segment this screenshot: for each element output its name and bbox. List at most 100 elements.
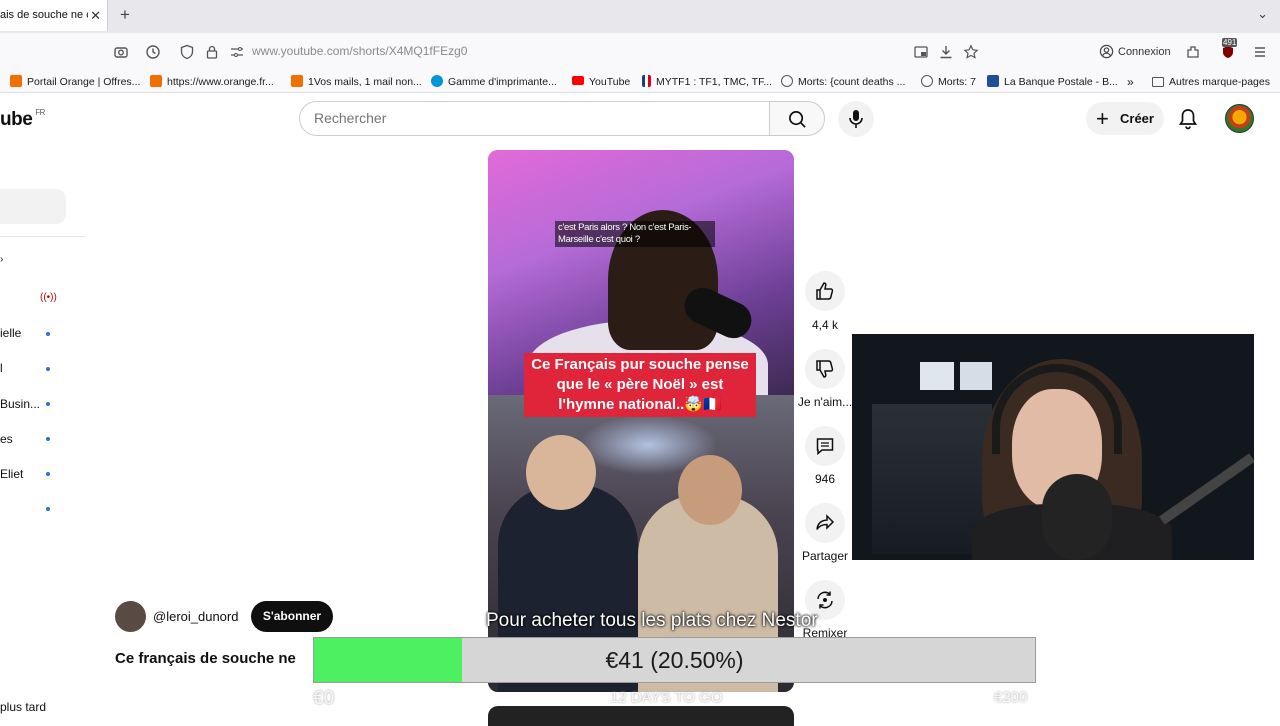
- bookmark[interactable]: Portail Orange | Offres...: [10, 75, 140, 89]
- sidebar-item-chevron[interactable]: ›: [0, 254, 3, 265]
- bookmark-label: 1Vos mails, 1 mail non...: [308, 76, 422, 88]
- permissions-icon[interactable]: [229, 44, 245, 60]
- thumbs-down-icon: [816, 360, 834, 378]
- bookmark-label: La Banque Postale - B...: [1004, 76, 1118, 88]
- channel-name[interactable]: @leroi_dunord: [153, 609, 238, 624]
- youtube-logo[interactable]: ube FR: [0, 108, 45, 131]
- user-avatar[interactable]: [1225, 104, 1254, 133]
- new-tab-icon[interactable]: +: [120, 5, 130, 25]
- other-bookmarks[interactable]: Autres marque-pages: [1152, 75, 1270, 89]
- dislike-label: Je n'aim...: [797, 395, 853, 409]
- more-bookmarks-icon[interactable]: »: [1127, 75, 1134, 89]
- extensions-icon[interactable]: [1185, 44, 1201, 60]
- bookmark[interactable]: https://www.orange.fr...: [150, 75, 274, 89]
- webcam-window-light: [960, 362, 992, 390]
- browser-tab-bar: ais de souche ne cc ✕ + ⌄: [0, 0, 1280, 33]
- dislike-button[interactable]: [805, 349, 845, 389]
- comments-button[interactable]: [805, 426, 845, 466]
- globe-icon: [781, 75, 793, 87]
- short-title: Ce français de souche ne: [115, 650, 296, 667]
- sidebar-item[interactable]: Eliet: [0, 467, 23, 481]
- like-button[interactable]: [805, 271, 845, 311]
- sidebar-item[interactable]: es: [0, 432, 13, 446]
- bookmark[interactable]: Morts: {count deaths ...: [781, 75, 905, 89]
- bookmark-label: MYTF1 : TF1, TMC, TF...: [656, 76, 773, 88]
- channel-avatar[interactable]: [115, 601, 146, 632]
- new-content-dot: [46, 402, 50, 406]
- sign-in-label: Connexion: [1118, 46, 1171, 58]
- video-figure: [678, 455, 742, 525]
- webcam-window-light: [920, 362, 954, 390]
- share-button[interactable]: [805, 503, 845, 543]
- account-icon: [1099, 44, 1114, 67]
- bookmark[interactable]: YouTube: [572, 75, 630, 89]
- picture-in-picture-icon[interactable]: [913, 44, 929, 60]
- tab-title: ais de souche ne cc: [0, 9, 88, 21]
- share-icon: [816, 514, 835, 530]
- bookmark-label: https://www.orange.fr...: [167, 76, 274, 88]
- orange-icon: [150, 75, 162, 87]
- voice-search-button[interactable]: [838, 101, 874, 137]
- bookmark[interactable]: Morts: 7: [921, 75, 976, 89]
- chevron-down-icon[interactable]: ⌄: [1257, 6, 1268, 22]
- new-content-dot: [46, 367, 50, 371]
- youtube-icon: [572, 76, 584, 85]
- address-bar[interactable]: www.youtube.com/shorts/X4MQ1fFEzg0: [252, 44, 467, 58]
- sidebar-item-active[interactable]: [0, 189, 66, 224]
- globe-icon: [921, 75, 933, 87]
- sidebar-item[interactable]: ielle: [0, 326, 21, 340]
- donation-goal-max: €200: [994, 689, 1028, 706]
- bookmarks-bar: Portail Orange | Offres... https://www.o…: [0, 71, 1280, 93]
- next-short-preview[interactable]: [488, 706, 794, 726]
- comment-icon: [816, 438, 834, 456]
- new-content-dot: [46, 437, 50, 441]
- plus-icon: +: [1096, 106, 1109, 131]
- video-caption-top: c'est Paris alors ? Non c'est Paris-Mars…: [555, 221, 715, 247]
- lock-icon[interactable]: [204, 44, 220, 60]
- search-input[interactable]: Rechercher: [299, 101, 770, 136]
- bookmark-label: Gamme d'imprimante...: [448, 76, 557, 88]
- create-button[interactable]: + Créer: [1086, 102, 1164, 135]
- browser-tab[interactable]: ais de souche ne cc ✕: [0, 0, 108, 31]
- star-icon[interactable]: [963, 44, 979, 60]
- shield-icon[interactable]: [179, 44, 195, 60]
- bank-icon: [987, 75, 999, 87]
- tf1-icon: [642, 75, 651, 87]
- create-label: Créer: [1120, 111, 1154, 126]
- hp-icon: [431, 75, 443, 87]
- sign-in-button[interactable]: Connexion: [1096, 41, 1175, 63]
- bookmark[interactable]: Gamme d'imprimante...: [431, 75, 557, 89]
- sidebar-item[interactable]: l: [0, 361, 3, 375]
- logo-region: FR: [35, 108, 45, 117]
- thumbs-up-icon: [816, 282, 834, 300]
- search-icon: [789, 111, 806, 128]
- download-icon[interactable]: [938, 44, 954, 60]
- history-icon[interactable]: [145, 44, 161, 60]
- bookmark[interactable]: 1Vos mails, 1 mail non...: [291, 75, 422, 89]
- share-label: Partager: [801, 549, 849, 563]
- screenshot-icon[interactable]: [113, 44, 129, 60]
- bookmark[interactable]: La Banque Postale - B...: [987, 75, 1118, 89]
- webcam-overlay: [852, 334, 1254, 560]
- webcam-microphone: [1042, 474, 1112, 560]
- subscribe-button[interactable]: S'abonner: [251, 601, 333, 632]
- ublock-icon[interactable]: 491: [1218, 38, 1238, 60]
- ublock-badge: 491: [1222, 38, 1238, 47]
- new-content-dot: [46, 507, 50, 511]
- video-figure: [526, 435, 596, 510]
- search-button[interactable]: [769, 101, 825, 136]
- live-icon: ((•)): [40, 292, 57, 303]
- bookmark-label: Morts: 7: [938, 76, 976, 88]
- bookmark[interactable]: MYTF1 : TF1, TMC, TF...: [642, 75, 772, 89]
- donation-goal-deadline: 12 DAYS TO GO: [610, 689, 723, 706]
- sidebar-item-watch-later[interactable]: plus tard: [0, 700, 46, 714]
- menu-icon[interactable]: [1252, 44, 1268, 60]
- browser-nav-bar: www.youtube.com/shorts/X4MQ1fFEzg0 Conne…: [0, 33, 1280, 71]
- notifications-icon[interactable]: [1178, 108, 1198, 135]
- webcam-mic-arm: [1159, 453, 1254, 525]
- sidebar-item[interactable]: Busin...: [0, 397, 40, 411]
- logo-text: ube: [0, 109, 33, 130]
- donation-goal-min: €0: [313, 688, 335, 709]
- close-tab-icon[interactable]: ✕: [90, 0, 101, 31]
- donation-goal-amount: €41 (20.50%): [605, 647, 744, 673]
